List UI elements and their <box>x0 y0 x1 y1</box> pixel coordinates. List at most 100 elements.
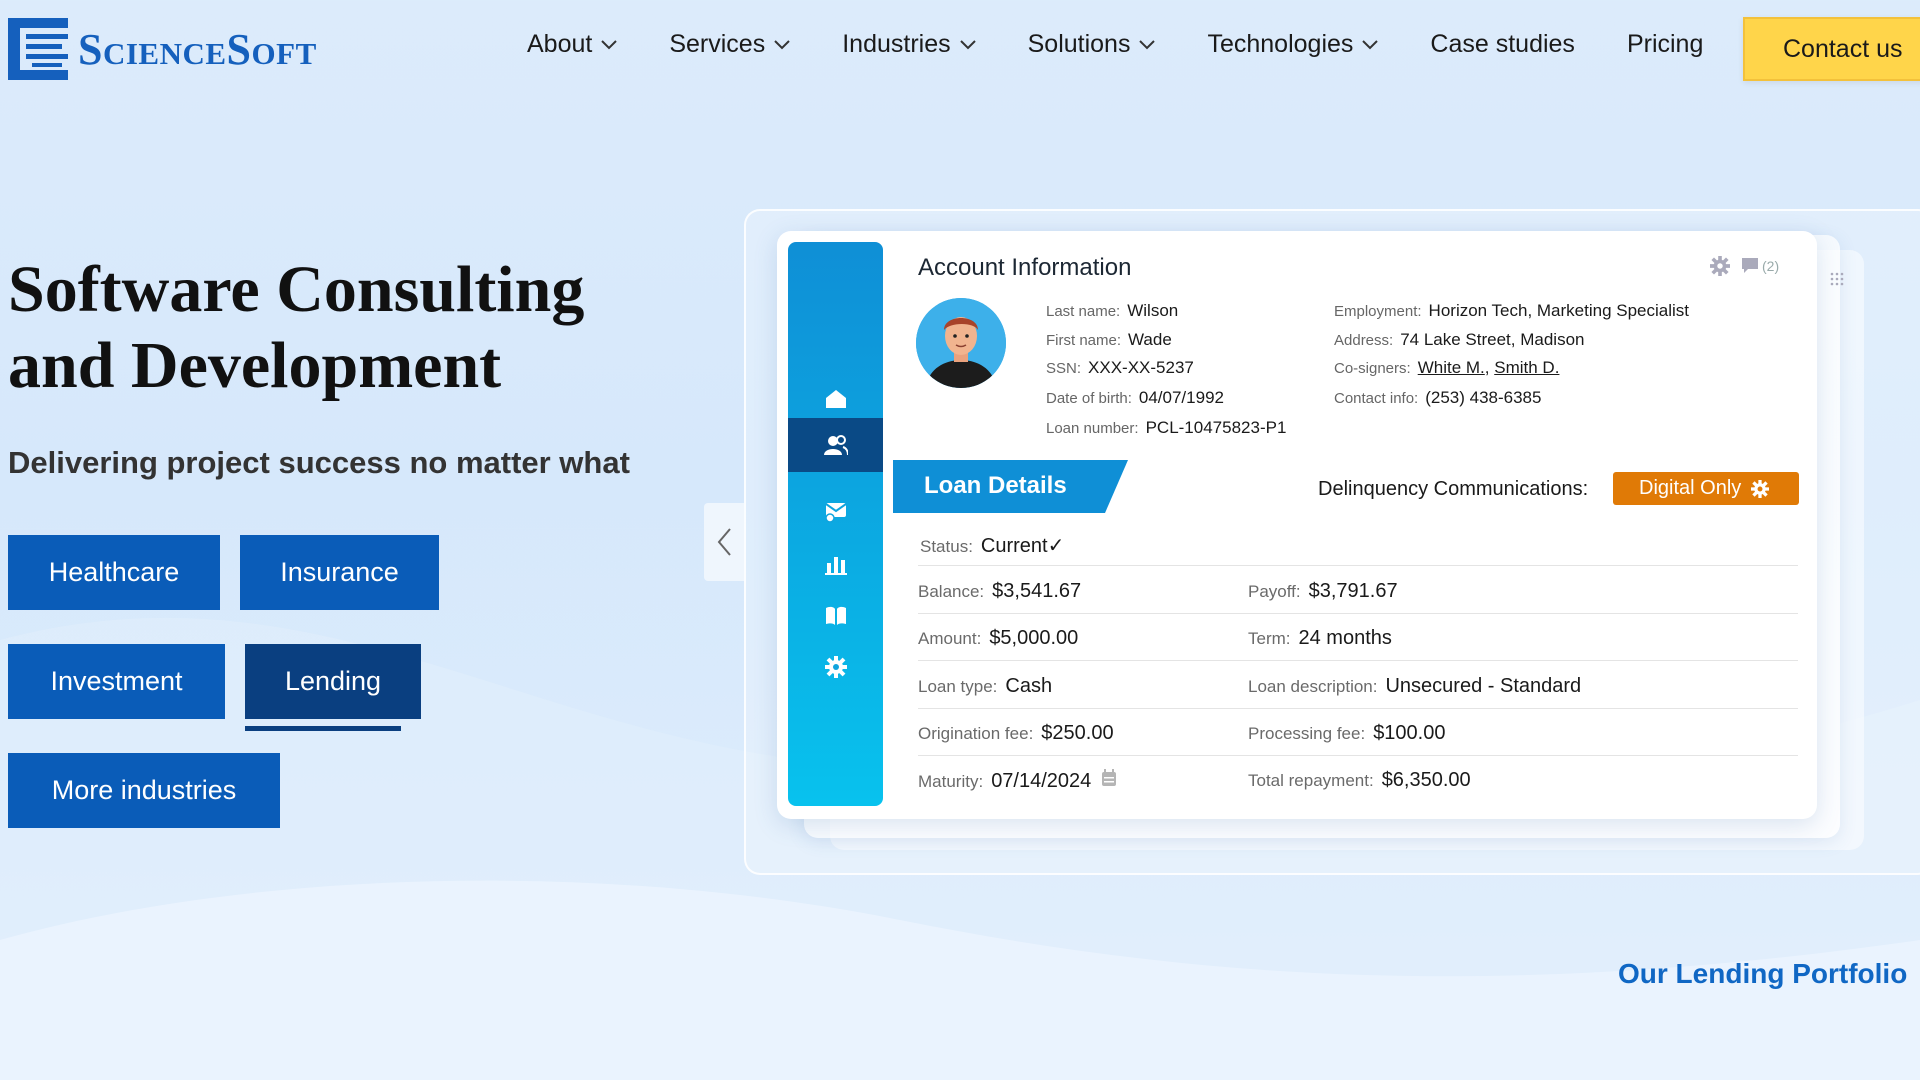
field-employment: Employment: Horizon Tech, Marketing Speci… <box>1334 301 1689 321</box>
field-label: Address: <box>1334 332 1394 349</box>
sidebar-item-docs[interactable] <box>788 596 883 636</box>
field-label: Origination fee: <box>918 724 1034 743</box>
field-amount: Amount: $5,000.00 <box>918 627 1078 650</box>
sidebar-item-home[interactable] <box>788 379 883 419</box>
nav-about[interactable]: About <box>527 30 618 59</box>
field-cosigners: Co-signers: White M., Smith D. <box>1334 358 1559 378</box>
chevron-down-icon <box>1362 39 1379 49</box>
field-value: $6,350.00 <box>1381 769 1471 791</box>
divider <box>918 708 1798 709</box>
comments-button[interactable]: (2) <box>1740 257 1779 275</box>
nav-solutions[interactable]: Solutions <box>1028 30 1156 59</box>
avatar <box>916 298 1006 388</box>
sidebar-item-analytics[interactable] <box>788 544 883 584</box>
comment-icon <box>1742 258 1758 273</box>
nav-label: Services <box>669 30 766 58</box>
book-icon <box>825 606 846 625</box>
chevron-down-icon <box>601 39 618 49</box>
field-value: Horizon Tech, Marketing Specialist <box>1428 301 1690 320</box>
divider <box>918 755 1798 756</box>
industry-button-investment[interactable]: Investment <box>8 644 225 719</box>
field-label: Balance: <box>918 582 985 601</box>
field-label: Loan number: <box>1046 420 1139 437</box>
field-value: Current✓ <box>980 535 1065 557</box>
sidebar-item-settings[interactable] <box>788 647 883 687</box>
grid-dots-icon <box>1830 272 1844 286</box>
nav-services[interactable]: Services <box>669 30 790 59</box>
field-label: Processing fee: <box>1248 724 1366 743</box>
sidebar-item-messages[interactable] <box>788 492 883 532</box>
sidebar-item-users[interactable] <box>788 425 883 465</box>
field-value: $3,541.67 <box>992 580 1082 602</box>
divider <box>918 565 1798 566</box>
cosigner-link[interactable]: Smith D. <box>1494 358 1559 377</box>
field-value: XXX-XX-5237 <box>1088 358 1194 377</box>
industry-button-healthcare[interactable]: Healthcare <box>8 535 220 610</box>
field-label: Payoff: <box>1248 582 1301 601</box>
main-nav: About Services Industries Solutions Tech… <box>527 30 1755 59</box>
hero-title-line1: Software Consulting <box>8 253 585 326</box>
nav-technologies[interactable]: Technologies <box>1207 30 1379 59</box>
nav-label: Technologies <box>1207 30 1354 58</box>
hero-subtitle: Delivering project success no matter wha… <box>8 445 630 480</box>
field-loan-description: Loan description: Unsecured - Standard <box>1248 675 1581 698</box>
nav-pricing[interactable]: Pricing <box>1627 30 1703 59</box>
field-label: SSN: <box>1046 360 1082 377</box>
field-label: Co-signers: <box>1334 360 1411 377</box>
field-label: Status: <box>920 537 973 556</box>
nav-industries[interactable]: Industries <box>842 30 976 59</box>
field-value: $5,000.00 <box>989 627 1079 649</box>
field-value: PCL-10475823-P1 <box>1145 418 1287 437</box>
field-term: Term: 24 months <box>1248 627 1392 650</box>
digital-only-badge[interactable]: Digital Only <box>1613 472 1799 505</box>
delinquency-label: Delinquency Communications: <box>1318 478 1589 500</box>
field-origination-fee: Origination fee: $250.00 <box>918 722 1114 745</box>
field-label: Employment: <box>1334 303 1422 320</box>
portfolio-link-label: Our Lending Portfolio <box>1618 958 1908 989</box>
divider <box>918 613 1798 614</box>
settings-gear-icon[interactable] <box>1710 256 1730 276</box>
field-label: First name: <box>1046 332 1122 349</box>
field-label: Loan description: <box>1248 677 1378 696</box>
field-status: Status: Current✓ <box>920 533 1064 558</box>
comment-count: (2) <box>1762 258 1780 274</box>
chevron-left-icon <box>717 528 731 556</box>
hero-title: Software Consulting and Development <box>8 252 584 404</box>
field-address: Address: 74 Lake Street, Madison <box>1334 330 1584 350</box>
carousel-prev-button[interactable] <box>704 503 744 581</box>
contact-us-button[interactable]: Contact us <box>1743 17 1920 81</box>
field-label: Maturity: <box>918 772 984 791</box>
field-value: 24 months <box>1298 627 1392 649</box>
calendar-icon[interactable] <box>1101 769 1117 787</box>
nav-label: About <box>527 30 593 58</box>
cosigner-link[interactable]: White M. <box>1418 358 1485 377</box>
field-processing-fee: Processing fee: $100.00 <box>1248 722 1445 745</box>
lending-portfolio-link[interactable]: Our Lending Portfolio <box>1618 958 1920 990</box>
field-label: Loan type: <box>918 677 998 696</box>
logo[interactable]: ScienceSoft <box>8 18 317 80</box>
card-toolbar: (2) <box>1710 256 1779 276</box>
field-first-name: First name: Wade <box>1046 330 1172 350</box>
account-info-title: Account Information <box>918 254 1132 281</box>
industry-button-insurance[interactable]: Insurance <box>240 535 439 610</box>
divider <box>918 660 1798 661</box>
bar-chart-icon <box>824 557 847 575</box>
nav-case-studies[interactable]: Case studies <box>1430 30 1575 59</box>
field-payoff: Payoff: $3,791.67 <box>1248 580 1398 603</box>
field-label: Total repayment: <box>1248 771 1374 790</box>
nav-label: Industries <box>842 30 951 58</box>
field-value: $250.00 <box>1041 722 1114 744</box>
chevron-down-icon <box>774 39 790 49</box>
chevron-down-icon <box>1139 39 1156 49</box>
hero-title-line2: and Development <box>8 329 502 402</box>
gear-icon <box>824 656 847 678</box>
site-header: ScienceSoft About Services Industries So… <box>0 0 1920 96</box>
industry-button-lending[interactable]: Lending <box>245 644 421 719</box>
field-maturity: Maturity: 07/14/2024 <box>918 769 1117 793</box>
field-value: $100.00 <box>1373 722 1446 744</box>
field-total-repayment: Total repayment: $6,350.00 <box>1248 769 1471 792</box>
industry-button-more[interactable]: More industries <box>8 753 280 828</box>
loan-details-label: Loan Details <box>924 472 1067 499</box>
field-balance: Balance: $3,541.67 <box>918 580 1081 603</box>
mail-icon <box>824 503 847 523</box>
